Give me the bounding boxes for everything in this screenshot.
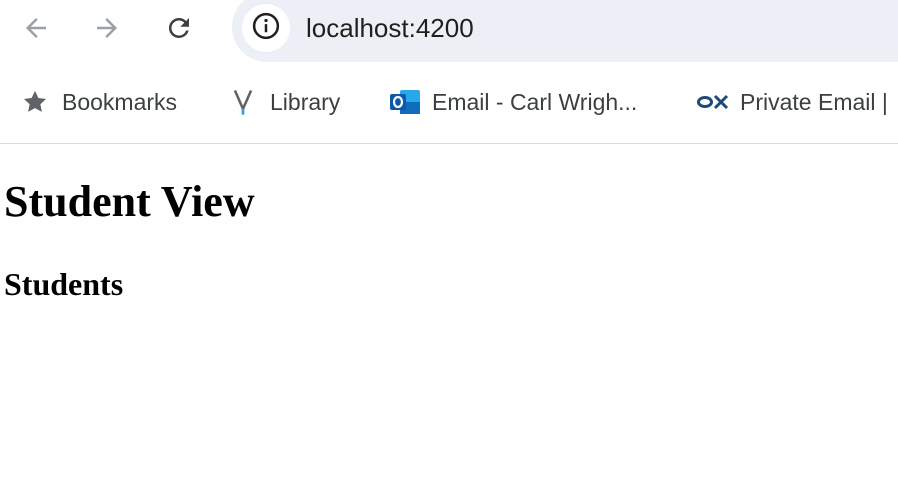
arrow-right-icon: [92, 13, 122, 43]
bookmark-label: Private Email |: [740, 88, 888, 115]
star-icon: [18, 85, 52, 119]
reload-icon: [164, 13, 194, 43]
page-title: Student View: [4, 177, 255, 226]
outlook-icon: [388, 85, 422, 119]
bookmark-label: Email - Carl Wrigh...: [432, 88, 638, 115]
bookmark-bookmarks[interactable]: Bookmarks: [18, 84, 177, 120]
ox-icon: [696, 85, 730, 119]
reload-button[interactable]: [157, 6, 201, 50]
back-button[interactable]: [14, 6, 58, 50]
browser-toolbar: localhost:4200 Bookmarks Library Email -…: [0, 0, 898, 144]
forward-button[interactable]: [85, 6, 129, 50]
url-text[interactable]: localhost:4200: [306, 10, 474, 46]
info-icon: [251, 11, 281, 46]
arrow-left-icon: [21, 13, 51, 43]
bookmark-label: Bookmarks: [62, 88, 178, 115]
site-info-button[interactable]: [242, 4, 290, 52]
bookmark-private-email[interactable]: Private Email |: [696, 84, 888, 120]
bookmark-library[interactable]: Library: [226, 84, 340, 120]
library-v-icon: [226, 85, 260, 119]
bookmark-email[interactable]: Email - Carl Wrigh...: [388, 84, 637, 120]
section-heading: Students: [4, 266, 124, 302]
bookmark-label: Library: [270, 88, 341, 115]
